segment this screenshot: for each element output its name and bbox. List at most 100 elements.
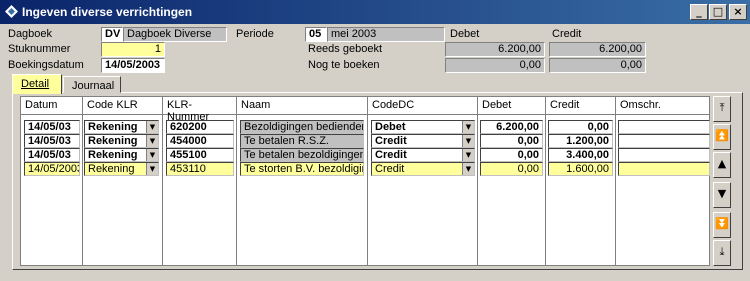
column-header-naam[interactable]: Naam [237, 97, 368, 115]
title-bar[interactable]: Ingeven diverse verrichtingen _ □ × [0, 0, 750, 24]
column-header-credit[interactable]: Credit [546, 97, 616, 115]
cell-datum[interactable]: 14/05/03 [24, 120, 80, 134]
cell-omschr[interactable] [618, 134, 710, 148]
cell-codedc[interactable]: Credit ▼ [371, 148, 475, 162]
column-divider [477, 115, 478, 265]
cell-omschr[interactable] [618, 120, 710, 134]
dropdown-arrow-icon[interactable]: ▼ [462, 163, 474, 175]
cell-code-klr-value: Rekening [88, 149, 138, 161]
column-header-datum[interactable]: Datum [21, 97, 83, 115]
reeds-geboekt-label: Reeds geboekt [308, 43, 382, 55]
cell-codedc-value: Credit [375, 149, 407, 161]
cell-code-klr-value: Rekening [88, 135, 138, 147]
cell-datum[interactable]: 14/05/03 [24, 148, 80, 162]
last-record-button[interactable]: ⤓ [713, 240, 731, 266]
cell-credit[interactable]: 3.400,00 [548, 148, 613, 162]
first-record-button[interactable]: ⤒ [713, 96, 731, 122]
next-record-icon: ▼ [717, 187, 727, 200]
column-divider [236, 115, 237, 265]
column-header-codedc[interactable]: CodeDC [368, 97, 478, 115]
cell-naam: Te betalen R.S.Z. [240, 134, 364, 148]
dropdown-arrow-icon[interactable]: ▼ [462, 135, 474, 147]
window-title: Ingeven diverse verrichtingen [22, 5, 193, 19]
cell-code-klr[interactable]: Rekening ▼ [84, 162, 159, 176]
cell-codedc-value: Debet [375, 121, 406, 133]
periode-code-field[interactable]: 05 [305, 27, 327, 42]
dagboek-name-field: Dagboek Diverse [123, 27, 227, 42]
reeds-credit-field: 6.200,00 [549, 42, 646, 57]
minimize-button[interactable]: _ [690, 4, 708, 20]
periode-name-field: mei 2003 [327, 27, 445, 42]
cell-credit[interactable]: 0,00 [548, 120, 613, 134]
boekingsdatum-field[interactable]: 14/05/2003 [101, 58, 165, 73]
tab-journaal-label: Journaal [72, 80, 115, 92]
cell-codedc[interactable]: Credit ▼ [371, 134, 475, 148]
cell-credit[interactable]: 1.600,00 [548, 162, 613, 176]
nog-te-boeken-label: Nog te boeken [308, 59, 380, 71]
next-page-icon: ⏬ [715, 217, 729, 230]
previous-record-icon: ▲ [717, 157, 727, 170]
column-header-debet[interactable]: Debet [478, 97, 546, 115]
dagboek-code-field[interactable]: DV [101, 27, 123, 42]
cell-debet[interactable]: 6.200,00 [480, 120, 543, 134]
dropdown-arrow-icon[interactable]: ▼ [462, 149, 474, 161]
cell-codedc[interactable]: Debet ▼ [371, 120, 475, 134]
credit-label: Credit [552, 28, 582, 40]
dropdown-arrow-icon[interactable]: ▼ [146, 163, 158, 175]
cell-debet[interactable]: 0,00 [480, 148, 543, 162]
close-button[interactable]: × [729, 4, 747, 20]
column-divider [545, 115, 546, 265]
cell-omschr[interactable] [618, 148, 710, 162]
cell-codedc-value: Credit [375, 163, 405, 175]
cell-code-klr-value: Rekening [88, 163, 135, 175]
cell-code-klr[interactable]: Rekening ▼ [84, 148, 159, 162]
boekingsdatum-label: Boekingsdatum [8, 59, 84, 71]
cell-omschr[interactable] [618, 162, 710, 176]
tab-detail-label: Detail [21, 78, 50, 90]
cell-debet[interactable]: 0,00 [480, 162, 543, 176]
cell-code-klr-value: Rekening [88, 121, 138, 133]
first-record-icon: ⤒ [719, 101, 725, 114]
periode-label: Periode [236, 28, 274, 40]
reeds-debet-field: 6.200,00 [445, 42, 545, 57]
diamond-icon [5, 5, 18, 18]
previous-page-icon: ⏫ [715, 129, 729, 142]
column-divider [615, 115, 616, 265]
cell-klr-nummer[interactable]: 454000 [166, 134, 234, 148]
previous-page-button[interactable]: ⏫ [713, 124, 731, 150]
nog-debet-field: 0,00 [445, 58, 545, 73]
cell-datum[interactable]: 14/05/2003 [24, 162, 80, 176]
nog-credit-field: 0,00 [549, 58, 646, 73]
column-header-klr-nummer[interactable]: KLR-Nummer [163, 97, 237, 123]
cell-klr-nummer[interactable]: 453110 [166, 162, 234, 176]
cell-klr-nummer[interactable]: 620200 [166, 120, 234, 134]
cell-codedc[interactable]: Credit ▼ [371, 162, 475, 176]
cell-code-klr[interactable]: Rekening ▼ [84, 134, 159, 148]
column-header-omschr[interactable]: Omschr. [616, 97, 710, 115]
tab-journaal[interactable]: Journaal [63, 76, 121, 93]
dagboek-label: Dagboek [8, 28, 53, 40]
dropdown-arrow-icon[interactable]: ▼ [462, 121, 474, 133]
cell-credit[interactable]: 1.200,00 [548, 134, 613, 148]
cell-klr-nummer[interactable]: 455100 [166, 148, 234, 162]
column-divider [367, 115, 368, 265]
previous-record-button[interactable]: ▲ [713, 152, 731, 178]
stuknummer-field[interactable]: 1 [101, 42, 165, 57]
next-page-button[interactable]: ⏬ [713, 212, 731, 238]
cell-naam: Te storten B.V. bezoldigingen [240, 162, 364, 176]
next-record-button[interactable]: ▼ [713, 182, 731, 208]
cell-naam: Te betalen bezoldigingen [240, 148, 364, 162]
tab-detail[interactable]: Detail [12, 74, 62, 94]
stuknummer-label: Stuknummer [8, 43, 71, 55]
cell-datum[interactable]: 14/05/03 [24, 134, 80, 148]
dropdown-arrow-icon[interactable]: ▼ [146, 149, 158, 161]
column-divider [162, 115, 163, 265]
cell-naam: Bezoldigingen bedienden [240, 120, 364, 134]
cell-debet[interactable]: 0,00 [480, 134, 543, 148]
dropdown-arrow-icon[interactable]: ▼ [146, 135, 158, 147]
cell-code-klr[interactable]: Rekening ▼ [84, 120, 159, 134]
column-header-code-klr[interactable]: Code KLR [83, 97, 163, 115]
debet-label: Debet [450, 28, 480, 40]
maximize-button[interactable]: □ [709, 4, 727, 20]
dropdown-arrow-icon[interactable]: ▼ [146, 121, 158, 133]
